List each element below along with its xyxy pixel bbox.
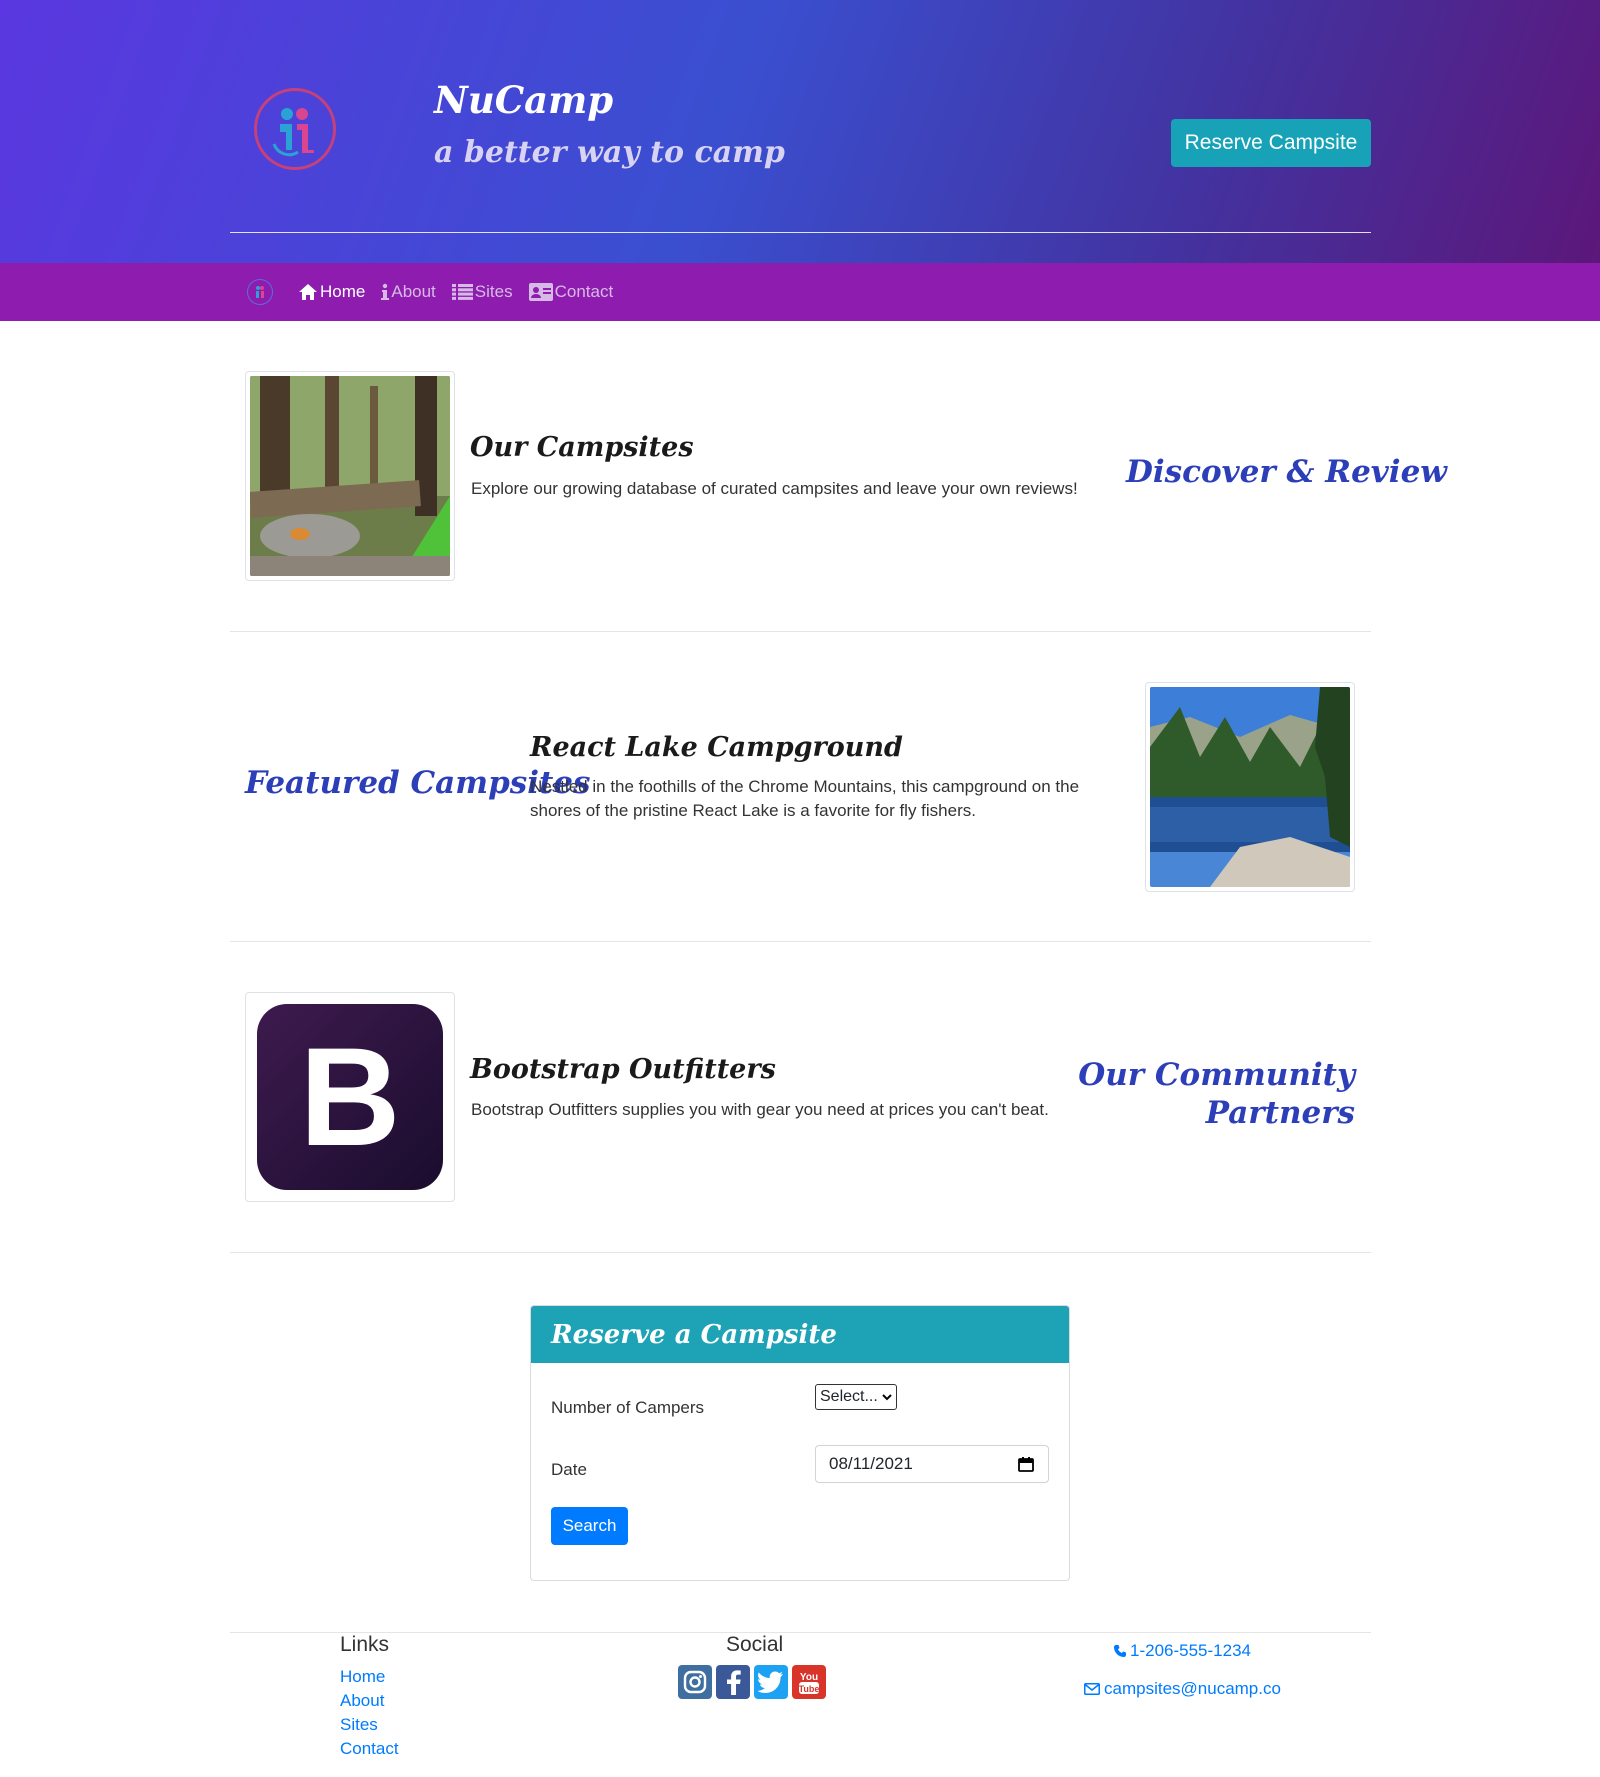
campers-label: Number of Campers: [551, 1398, 705, 1417]
section-divider: [230, 631, 1371, 632]
instagram-icon[interactable]: [678, 1665, 712, 1699]
footer-link-about[interactable]: About: [340, 1691, 384, 1711]
partner-thumbnail: B: [245, 992, 455, 1202]
nav-item-sites[interactable]: Sites: [451, 282, 513, 302]
jumbotron-header: NuCamp a better way to camp Reserve Camp…: [0, 0, 1600, 263]
section-description: Explore our growing database of curated …: [471, 479, 1078, 498]
svg-text:You: You: [800, 1672, 818, 1683]
envelope-icon: [1084, 1683, 1100, 1695]
bootstrap-logo-letter: B: [299, 1018, 401, 1175]
twitter-icon[interactable]: [754, 1665, 788, 1699]
date-input[interactable]: 08/11/2021: [815, 1445, 1049, 1483]
reserve-campsite-card: Reserve a Campsite Number of Campers Sel…: [530, 1305, 1070, 1581]
select-value: Select...: [820, 1388, 878, 1405]
section-divider: [230, 1252, 1371, 1253]
footer-link-home[interactable]: Home: [340, 1667, 385, 1687]
brand-title: NuCamp: [434, 78, 614, 122]
footer-divider: [230, 1632, 1371, 1633]
date-label: Date: [551, 1460, 587, 1479]
campers-logo-icon: [256, 286, 264, 298]
section-title: Bootstrap Outfitters: [470, 1054, 776, 1085]
nav-item-home[interactable]: Home: [298, 282, 365, 302]
side-heading-line: Our Community: [1078, 1057, 1355, 1093]
links-heading: Links: [340, 1633, 390, 1656]
phone-icon: [1114, 1645, 1126, 1657]
nav-item-label: Sites: [474, 282, 513, 301]
nav-item-label: Home: [320, 282, 366, 301]
social-heading: Social: [726, 1633, 784, 1656]
address-card-icon: [528, 283, 553, 301]
featured-campsite-thumbnail: [1145, 682, 1355, 892]
reserve-campsite-button[interactable]: Reserve Campsite: [1171, 119, 1371, 167]
bootstrap-logo-icon: B: [257, 1004, 443, 1190]
main-navbar: Home About Sites Contact: [0, 263, 1600, 321]
search-button[interactable]: Search: [551, 1507, 628, 1545]
youtube-icon[interactable]: You Tube: [792, 1665, 826, 1699]
campsite-thumbnail: [245, 371, 455, 581]
home-icon: [299, 284, 317, 300]
footer-phone[interactable]: 1-206-555-1234: [1113, 1641, 1251, 1661]
footer-email[interactable]: campsites@nucamp.co: [1084, 1679, 1281, 1699]
section-divider: [230, 941, 1371, 942]
side-heading: Discover & Review: [1126, 454, 1447, 490]
header-divider: [230, 232, 1371, 233]
navbar-brand-logo[interactable]: [247, 279, 273, 305]
nav-item-about[interactable]: About: [381, 282, 436, 302]
bootstrap-logo-image: B: [250, 997, 450, 1197]
info-icon: [381, 283, 390, 300]
nav-item-label: Contact: [554, 282, 614, 301]
campers-logo-icon: [272, 108, 314, 157]
section-description-line: Nestled in the foothills of the Chrome M…: [530, 777, 1080, 796]
side-heading-line: Partners: [1205, 1095, 1355, 1131]
list-icon: [451, 284, 473, 300]
nav-item-contact[interactable]: Contact: [528, 282, 614, 302]
svg-text:Tube: Tube: [799, 1684, 820, 1694]
forest-campfire-image: [250, 376, 450, 576]
email-address: campsites@nucamp.co: [1104, 1679, 1281, 1698]
brand-tagline: a better way to camp: [434, 135, 785, 170]
phone-number: 1-206-555-1234: [1130, 1641, 1251, 1660]
section-description-line: shores of the pristine React Lake is a f…: [530, 801, 976, 820]
footer-link-sites[interactable]: Sites: [340, 1715, 378, 1735]
date-value: 08/11/2021: [829, 1454, 913, 1473]
campers-select[interactable]: Select...: [815, 1384, 897, 1410]
section-title: React Lake Campground: [530, 732, 903, 763]
section-description: Bootstrap Outfitters supplies you with g…: [471, 1100, 1049, 1119]
nav-item-label: About: [391, 282, 436, 301]
facebook-icon[interactable]: [716, 1665, 750, 1699]
lake-image: [1150, 687, 1350, 887]
footer-link-contact[interactable]: Contact: [340, 1739, 399, 1759]
card-title: Reserve a Campsite: [531, 1306, 1069, 1363]
nucamp-logo: [254, 88, 336, 170]
section-title: Our Campsites: [470, 432, 694, 463]
chevron-down-icon: [882, 1394, 892, 1401]
calendar-icon[interactable]: [1018, 1456, 1034, 1472]
